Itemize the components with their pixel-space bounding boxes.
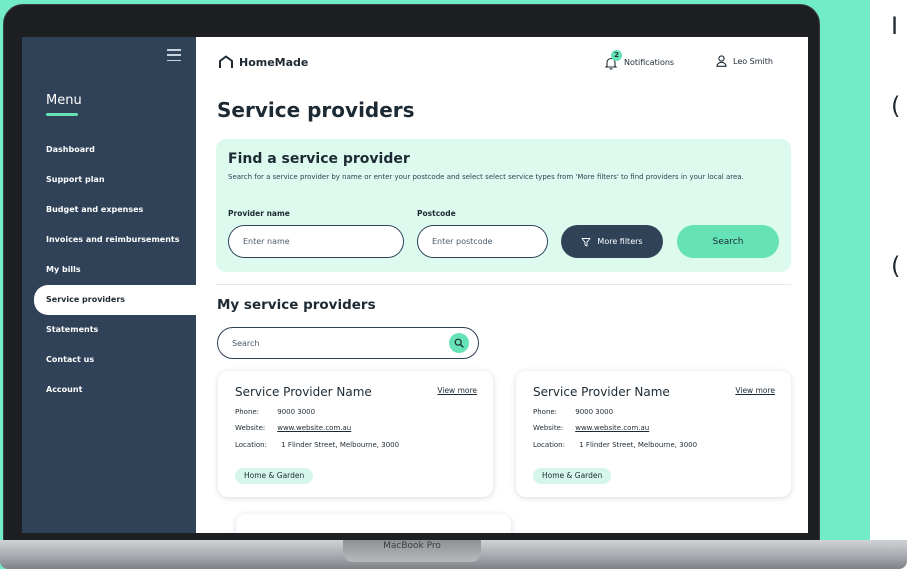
- phone-label: Phone:: [533, 408, 558, 416]
- provider-card: Service Provider Name View more Phone: 9…: [516, 371, 791, 497]
- notification-count-badge: 2: [611, 50, 622, 61]
- provider-phone-row: Phone: 9000 3000: [533, 408, 613, 416]
- provider-website-row: Website: www.website.com.au: [235, 424, 351, 432]
- postcode-input[interactable]: [417, 225, 548, 258]
- provider-website-row: Website: www.website.com.au: [533, 424, 649, 432]
- sidebar-item-statements[interactable]: Statements: [22, 315, 196, 345]
- provider-location: 1 Flinder Street, Melbourne, 3000: [579, 441, 698, 449]
- user-name: Leo Smith: [733, 56, 773, 66]
- cropped-circle-fragment: (: [891, 92, 901, 120]
- more-filters-button[interactable]: More filters: [561, 225, 663, 258]
- provider-card: Service Provider Name View more Phone: 9…: [218, 371, 493, 497]
- laptop-screen: Menu Dashboard Support plan Budget and e…: [22, 37, 808, 533]
- find-panel-title: Find a service provider: [228, 151, 410, 167]
- location-label: Location:: [235, 441, 267, 449]
- sidebar-item-budget-and-expenses[interactable]: Budget and expenses: [22, 195, 196, 225]
- phone-label: Phone:: [235, 408, 260, 416]
- find-panel-description: Search for a service provider by name or…: [228, 173, 744, 181]
- providers-search-button[interactable]: [449, 333, 469, 353]
- search-icon: [454, 338, 464, 348]
- sidebar-item-contact-us[interactable]: Contact us: [22, 345, 196, 375]
- menu-title-underline: [46, 113, 78, 116]
- provider-location-row: Location: 1 Flinder Street, Melbourne, 3…: [533, 441, 697, 449]
- category-tag: Home & Garden: [235, 468, 314, 484]
- find-provider-panel: Find a service provider Search for a ser…: [216, 139, 791, 272]
- provider-phone-row: Phone: 9000 3000: [235, 408, 315, 416]
- website-label: Website:: [533, 424, 564, 432]
- sidebar-item-account[interactable]: Account: [22, 375, 196, 405]
- cropped-text-fragment: I: [891, 12, 899, 40]
- notifications-label: Notifications: [624, 57, 675, 67]
- search-button[interactable]: Search: [677, 225, 779, 258]
- providers-search-input[interactable]: [232, 335, 432, 351]
- section-divider: [216, 284, 791, 285]
- provider-card-partial: [236, 514, 511, 533]
- laptop-lid: Menu Dashboard Support plan Budget and e…: [3, 4, 820, 544]
- website-label: Website:: [235, 424, 266, 432]
- menu-title: Menu: [46, 93, 82, 108]
- brand-logo[interactable]: HomeMade: [218, 55, 308, 69]
- provider-location-row: Location: 1 Flinder Street, Melbourne, 3…: [235, 441, 399, 449]
- provider-name-label: Provider name: [228, 209, 290, 218]
- user-menu[interactable]: Leo Smith: [716, 55, 773, 67]
- cropped-circle-fragment: (: [891, 252, 901, 280]
- provider-phone: 9000 3000: [575, 408, 614, 416]
- providers-search-box: [217, 327, 479, 359]
- brand-name: HomeMade: [239, 55, 309, 69]
- sidebar-item-invoices-and-reimbursements[interactable]: Invoices and reimbursements: [22, 225, 196, 255]
- provider-name: Service Provider Name: [235, 385, 372, 399]
- background-panel: [870, 0, 907, 569]
- sidebar-item-support-plan[interactable]: Support plan: [22, 165, 196, 195]
- provider-name-input[interactable]: [228, 225, 404, 258]
- location-label: Location:: [533, 441, 565, 449]
- sidebar-item-service-providers[interactable]: Service providers: [34, 285, 196, 315]
- main-content: HomeMade 2 Notifications Leo Smith Servi…: [196, 37, 808, 533]
- view-more-link[interactable]: View more: [437, 386, 477, 395]
- provider-website-link[interactable]: www.website.com.au: [575, 424, 649, 432]
- device-label: MacBook Pro: [383, 541, 441, 551]
- my-providers-title: My service providers: [217, 297, 376, 313]
- top-bar: HomeMade 2 Notifications Leo Smith: [196, 37, 808, 87]
- notifications-button[interactable]: 2 Notifications: [604, 50, 675, 70]
- provider-phone: 9000 3000: [277, 408, 316, 416]
- page-title: Service providers: [217, 98, 415, 122]
- provider-website-link[interactable]: www.website.com.au: [277, 424, 351, 432]
- sidebar-nav: Dashboard Support plan Budget and expens…: [22, 135, 196, 405]
- bell-icon: 2: [604, 50, 622, 70]
- more-filters-label: More filters: [597, 237, 643, 246]
- category-tag: Home & Garden: [533, 468, 612, 484]
- postcode-label: Postcode: [417, 209, 456, 218]
- provider-name: Service Provider Name: [533, 385, 670, 399]
- hamburger-menu-icon[interactable]: [167, 49, 181, 61]
- sidebar-item-dashboard[interactable]: Dashboard: [22, 135, 196, 165]
- laptop-base: MacBook Pro: [0, 540, 907, 569]
- sidebar-item-my-bills[interactable]: My bills: [22, 255, 196, 285]
- sidebar: Menu Dashboard Support plan Budget and e…: [22, 37, 196, 533]
- filter-icon: [581, 237, 591, 246]
- provider-location: 1 Flinder Street, Melbourne, 3000: [281, 441, 400, 449]
- view-more-link[interactable]: View more: [735, 386, 775, 395]
- user-icon: [716, 55, 727, 67]
- house-icon: [219, 55, 233, 68]
